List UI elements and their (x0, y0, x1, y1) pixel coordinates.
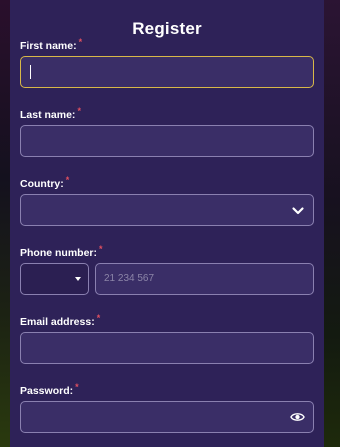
required-marker: * (96, 313, 101, 323)
chevron-down-icon (292, 207, 304, 215)
phone-row: 21 234 567 (20, 263, 314, 295)
phone-number-input[interactable]: 21 234 567 (95, 263, 314, 295)
caret-down-icon (75, 277, 81, 281)
required-marker: * (99, 244, 103, 254)
page: Register First name: * Last name: * Coun… (0, 0, 340, 447)
required-marker: * (65, 175, 70, 185)
required-marker: * (75, 382, 79, 392)
background-left (0, 0, 10, 447)
last-name-label: Last name: * (20, 106, 314, 125)
country-label-text: Country: (20, 178, 64, 190)
country-select[interactable] (20, 194, 314, 226)
register-form: Register First name: * Last name: * Coun… (10, 0, 324, 447)
required-marker: * (78, 37, 83, 47)
form-title: Register (132, 19, 202, 38)
email-label: Email address: * (20, 313, 314, 332)
country-code-select[interactable] (20, 263, 89, 295)
phone-label-text: Phone number: (20, 247, 98, 259)
email-label-text: Email address: (20, 316, 95, 328)
first-name-label: First name: * (20, 37, 314, 56)
text-cursor (30, 65, 31, 79)
last-name-input[interactable] (20, 125, 314, 157)
first-name-label-text: First name: (20, 40, 77, 52)
phone-label: Phone number: * (20, 244, 314, 263)
required-marker: * (77, 106, 81, 116)
email-input[interactable] (20, 332, 314, 364)
background-right (324, 0, 340, 447)
last-name-label-text: Last name: (20, 109, 76, 121)
first-name-input[interactable] (20, 56, 314, 88)
password-label-text: Password: (20, 385, 74, 397)
phone-placeholder: 21 234 567 (104, 273, 155, 284)
country-label: Country: * (20, 175, 314, 194)
password-input[interactable] (20, 401, 314, 433)
eye-icon[interactable] (290, 411, 305, 423)
password-label: Password: * (20, 382, 314, 401)
